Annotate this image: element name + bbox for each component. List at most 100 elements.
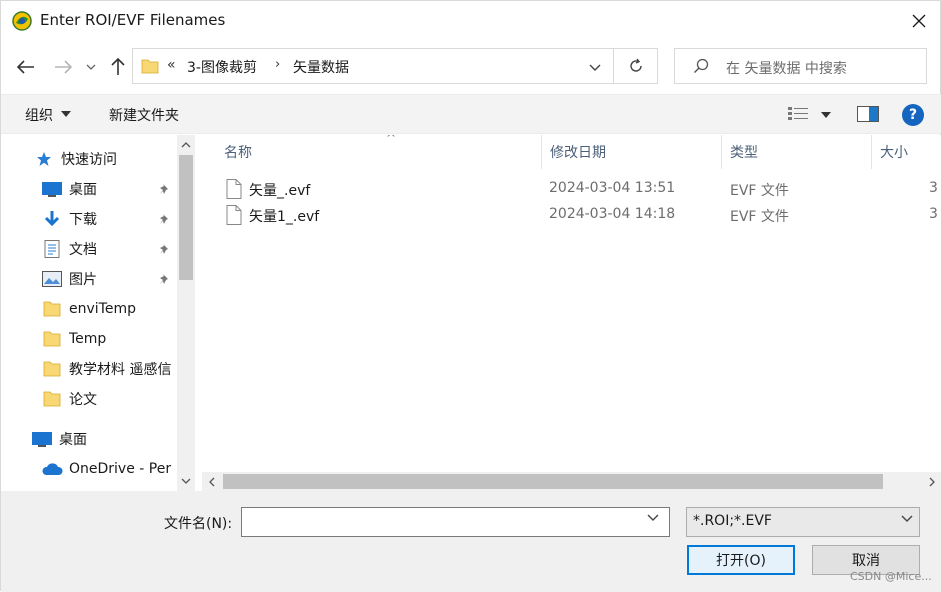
view-options-icon[interactable] xyxy=(788,106,810,122)
watermark: CSDN @Mice... xyxy=(850,570,932,583)
filename-input[interactable] xyxy=(241,507,670,537)
forward-button[interactable] xyxy=(49,53,77,81)
pin-icon[interactable] xyxy=(159,183,171,195)
pin-icon[interactable] xyxy=(159,243,171,255)
arrow-up-icon xyxy=(111,58,125,75)
scroll-right-button[interactable] xyxy=(922,472,941,491)
desktop-icon xyxy=(41,180,63,198)
file-icon xyxy=(226,179,242,199)
back-button[interactable] xyxy=(12,53,40,81)
file-list-scrollbar[interactable] xyxy=(202,472,941,491)
nav-folder-envitemp[interactable]: enviTemp xyxy=(41,296,136,322)
chevron-down-icon[interactable] xyxy=(901,515,913,522)
breadcrumb-separator-icon[interactable]: › xyxy=(275,57,280,72)
chevron-up-icon xyxy=(181,142,191,148)
nav-label: 桌面 xyxy=(59,432,87,448)
scroll-down-button[interactable] xyxy=(177,471,195,491)
breadcrumb-parent[interactable]: 3-图像裁剪 xyxy=(187,57,257,77)
column-header-type[interactable]: 类型 xyxy=(722,135,872,169)
preview-pane-icon[interactable] xyxy=(857,106,879,122)
open-button[interactable]: 打开(O) xyxy=(687,545,795,575)
column-label: 类型 xyxy=(730,145,758,161)
nav-label: 下载 xyxy=(69,212,97,228)
folder-icon xyxy=(141,59,159,74)
file-icon xyxy=(226,205,242,225)
scroll-left-button[interactable] xyxy=(202,472,222,491)
scroll-thumb[interactable] xyxy=(179,155,193,280)
file-name: 矢量_.evf xyxy=(249,183,311,199)
scroll-up-button[interactable] xyxy=(177,135,195,155)
nav-documents[interactable]: 文档 xyxy=(41,236,97,262)
nav-desktop-pinned[interactable]: 桌面 xyxy=(41,176,97,202)
scroll-thumb[interactable] xyxy=(223,474,883,489)
nav-label: 文档 xyxy=(69,242,97,258)
column-label: 修改日期 xyxy=(550,145,606,161)
up-button[interactable] xyxy=(104,53,132,81)
file-modified: 2024-03-04 14:18 xyxy=(549,206,676,222)
search-placeholder: 在 矢量数据 中搜索 xyxy=(726,61,847,77)
breadcrumb-current[interactable]: 矢量数据 xyxy=(293,57,349,77)
search-icon xyxy=(694,58,709,73)
document-icon xyxy=(41,240,63,258)
star-icon xyxy=(33,150,55,168)
refresh-icon xyxy=(629,58,642,72)
pin-icon[interactable] xyxy=(159,273,171,285)
organize-button[interactable]: 组织 xyxy=(25,105,53,125)
chevron-right-icon xyxy=(929,477,935,486)
nav-onedrive[interactable]: OneDrive - Per xyxy=(41,456,171,482)
arrow-left-icon xyxy=(17,60,34,74)
nav-label: 图片 xyxy=(69,272,97,288)
command-bar: 组织 新建文件夹 ? xyxy=(1,94,941,134)
folder-icon xyxy=(41,360,63,378)
nav-label: enviTemp xyxy=(69,301,136,317)
chevron-down-icon[interactable] xyxy=(647,514,659,521)
overflow-chevron[interactable]: « xyxy=(167,57,176,73)
file-row[interactable]: 矢量_.evf 2024-03-04 13:51 EVF 文件 3 xyxy=(202,176,941,202)
picture-icon xyxy=(41,270,63,288)
envi-app-icon xyxy=(12,11,32,31)
column-label: 名称 xyxy=(224,145,252,161)
nav-label: 快速访问 xyxy=(61,152,117,168)
file-size: 3 xyxy=(929,206,938,222)
nav-scrollbar[interactable] xyxy=(177,135,195,491)
nav-desktop[interactable]: 桌面 xyxy=(31,426,87,452)
chevron-down-icon xyxy=(86,64,96,70)
file-row[interactable]: 矢量1_.evf 2024-03-04 14:18 EVF 文件 3 xyxy=(202,202,941,228)
file-list: 名称 ^ 修改日期 类型 大小 矢量_.evf 2024-03-04 13:51… xyxy=(202,135,941,491)
caret-down-icon[interactable] xyxy=(821,112,831,118)
file-modified: 2024-03-04 13:51 xyxy=(549,180,676,196)
new-folder-button[interactable]: 新建文件夹 xyxy=(109,105,179,125)
search-input[interactable]: 在 矢量数据 中搜索 xyxy=(674,48,927,84)
filename-label: 文件名(N): xyxy=(164,516,233,532)
pin-icon[interactable] xyxy=(159,213,171,225)
chevron-down-icon xyxy=(181,478,191,484)
dialog-footer: 文件名(N): *.ROI;*.EVF 打开(O) 取消 CSDN @Mice.… xyxy=(1,491,941,592)
close-button[interactable] xyxy=(897,5,941,37)
folder-icon xyxy=(41,390,63,408)
file-type-select[interactable]: *.ROI;*.EVF xyxy=(686,507,920,537)
address-bar[interactable]: « 3-图像裁剪 › 矢量数据 xyxy=(132,48,614,84)
nav-folder-teaching[interactable]: 教学材料 遥感信 xyxy=(41,356,171,382)
column-header-size[interactable]: 大小 xyxy=(872,135,941,169)
address-dropdown-button[interactable] xyxy=(584,59,606,75)
nav-downloads[interactable]: 下载 xyxy=(41,206,97,232)
desktop-icon xyxy=(31,430,53,448)
close-icon xyxy=(912,14,926,28)
help-button[interactable]: ? xyxy=(902,104,924,126)
nav-label: 桌面 xyxy=(69,182,97,198)
arrow-right-icon xyxy=(55,60,72,74)
title-bar: Enter ROI/EVF Filenames xyxy=(1,1,941,41)
sort-ascending-icon: ^ xyxy=(386,135,397,145)
nav-quick-access[interactable]: 快速访问 xyxy=(33,146,117,172)
download-icon xyxy=(41,210,63,228)
column-header-modified[interactable]: 修改日期 xyxy=(542,135,722,169)
refresh-button[interactable] xyxy=(614,48,658,84)
recent-locations-button[interactable] xyxy=(81,53,101,81)
nav-folder-papers[interactable]: 论文 xyxy=(41,386,97,412)
column-header-name[interactable]: 名称 ^ xyxy=(216,135,542,169)
nav-pictures[interactable]: 图片 xyxy=(41,266,97,292)
column-label: 大小 xyxy=(880,145,908,161)
nav-label: OneDrive - Per xyxy=(69,461,172,477)
chevron-left-icon xyxy=(209,477,215,486)
nav-folder-temp[interactable]: Temp xyxy=(41,326,106,352)
